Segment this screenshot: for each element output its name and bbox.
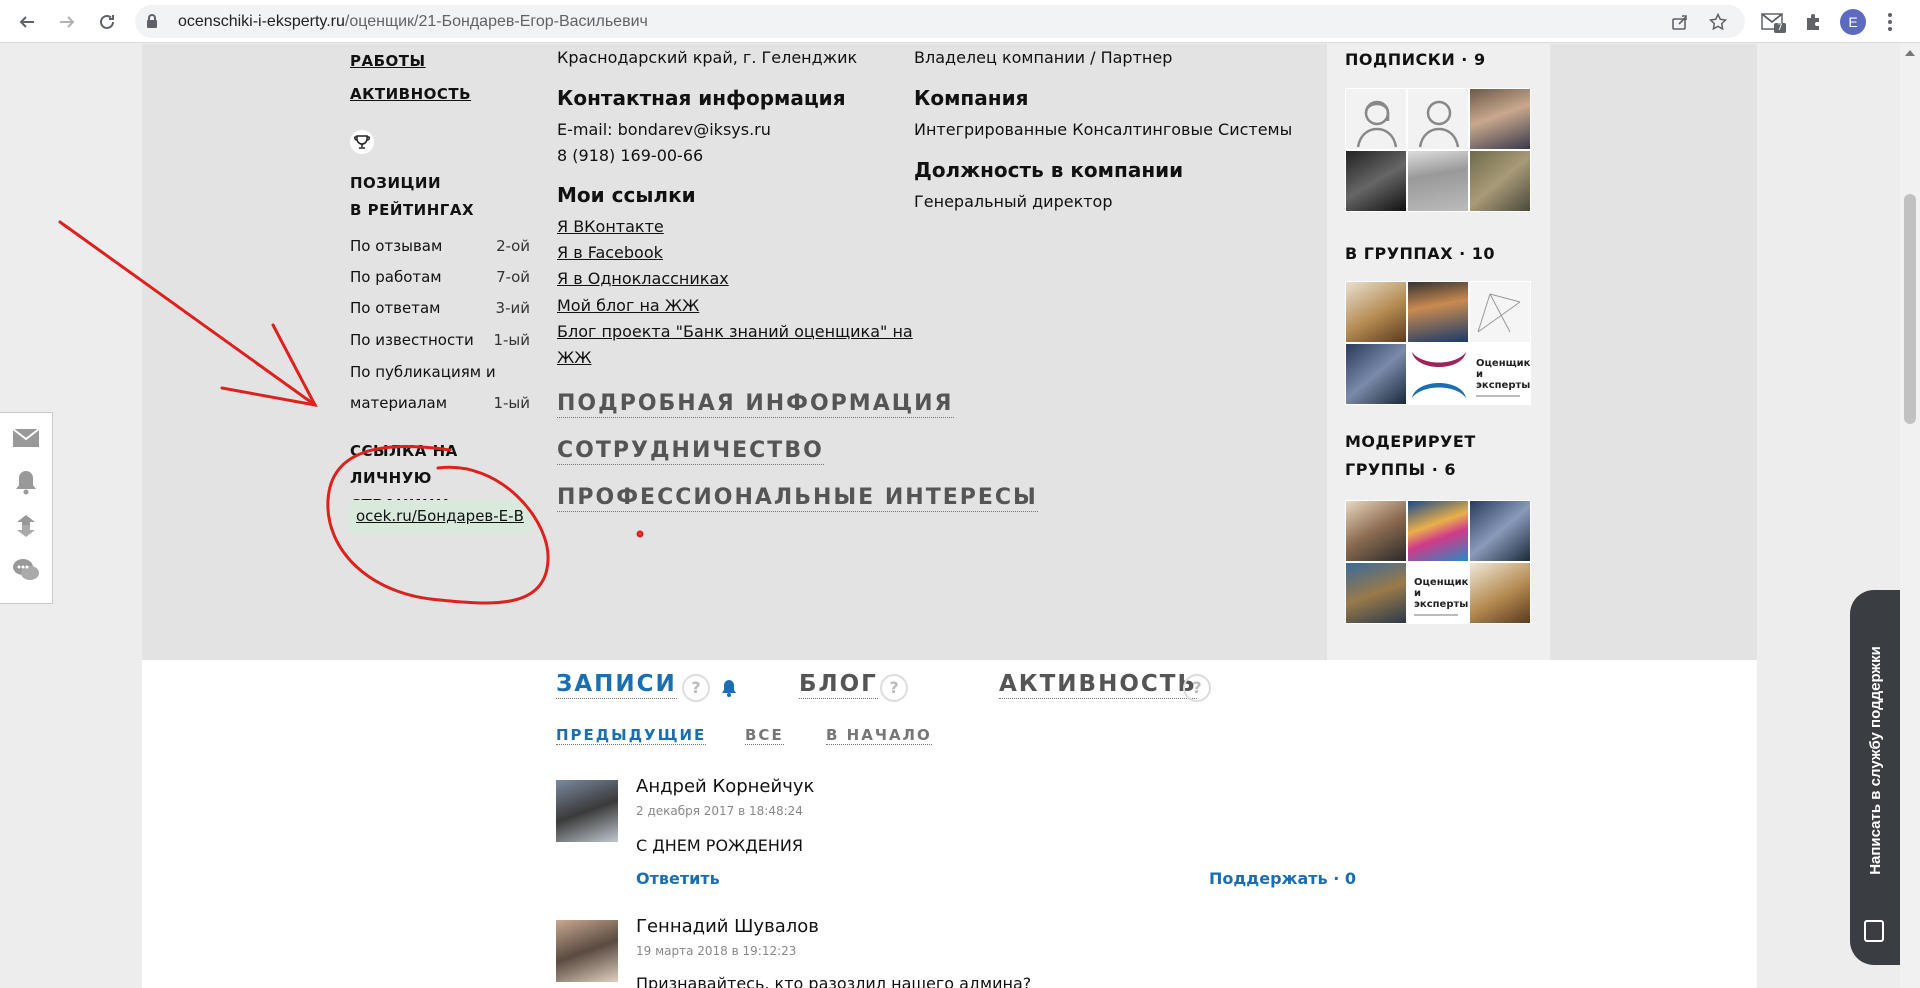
lock-icon[interactable] — [145, 13, 159, 33]
post-author-name[interactable]: Андрей Корнейчук — [636, 776, 814, 797]
rating-row: По отзывам 2-ой — [350, 237, 530, 255]
reply-button[interactable]: Ответить — [636, 869, 720, 888]
personal-page-link[interactable]: ocek.ru/Бондарев-Е-В — [356, 507, 524, 525]
moderated-groups-grid: Оценщики и эксперты — [1345, 500, 1531, 624]
help-icon[interactable]: ? — [880, 674, 908, 702]
post-author-name[interactable]: Геннадий Шувалов — [636, 916, 819, 937]
interests-section[interactable]: ПРОФЕССИОНАЛЬНЫЕ ИНТЕРЕСЫ — [557, 485, 1038, 512]
floating-toolbar — [0, 412, 53, 604]
support-tab[interactable]: Написать в службу поддержки — [1850, 590, 1900, 965]
group-thumb[interactable] — [1345, 562, 1407, 624]
group-thumb[interactable]: Оценщики и эксперты — [1469, 343, 1531, 405]
user-avatar[interactable] — [1469, 88, 1531, 150]
subtab-all[interactable]: ВСЕ — [745, 726, 784, 745]
help-icon[interactable]: ? — [682, 674, 710, 702]
position-text: Генеральный директор — [914, 192, 1113, 211]
post-author-avatar[interactable] — [556, 920, 618, 982]
help-icon[interactable]: ? — [1183, 674, 1211, 702]
sync-icon[interactable] — [11, 511, 41, 541]
user-avatar[interactable] — [1345, 150, 1407, 212]
profile-avatar[interactable]: E — [1840, 9, 1866, 35]
group-thumb[interactable] — [1407, 281, 1469, 343]
facebook-link[interactable]: Я в Facebook — [557, 243, 663, 262]
rating-row: По работам 7-ой — [350, 268, 530, 286]
links-heading: Мои ссылки — [557, 183, 696, 207]
phone-text: 8 (918) 169-00-66 — [557, 146, 704, 165]
post-text: С ДНЕМ РОЖДЕНИЯ — [636, 836, 803, 855]
group-thumb[interactable] — [1407, 500, 1469, 562]
posts-area — [142, 660, 1757, 988]
user-avatar[interactable] — [1469, 150, 1531, 212]
user-avatar[interactable] — [1345, 88, 1407, 150]
role-text: Владелец компании / Партнер — [914, 48, 1173, 67]
groups-heading[interactable]: В ГРУППАХ · 10 — [1345, 240, 1495, 268]
group-thumb[interactable] — [1407, 343, 1469, 405]
bell-icon[interactable] — [720, 678, 738, 702]
subtab-previous[interactable]: ПРЕДЫДУЩИЕ — [556, 726, 707, 745]
support-tab-label: Написать в службу поддержки — [1866, 645, 1884, 875]
group-thumb[interactable] — [1469, 500, 1531, 562]
post-date: 2 декабря 2017 в 18:48:24 — [636, 804, 803, 818]
chat-icon — [1864, 920, 1884, 942]
group-thumb[interactable]: Оценщики и эксперты — [1407, 562, 1469, 624]
forward-icon[interactable] — [54, 9, 80, 35]
mail-icon[interactable] — [11, 423, 41, 453]
scrollbar-thumb[interactable] — [1904, 194, 1916, 424]
livejournal-link[interactable]: Мой блог на ЖЖ — [557, 296, 699, 315]
user-avatar[interactable] — [1407, 150, 1469, 212]
bell-icon[interactable] — [11, 467, 41, 497]
chat-icon[interactable] — [11, 555, 41, 585]
subscriptions-heading[interactable]: ПОДПИСКИ · 9 — [1345, 46, 1486, 74]
share-icon[interactable] — [1669, 11, 1691, 33]
cooperation-section[interactable]: СОТРУДНИЧЕСТВО — [557, 438, 824, 465]
tab-posts[interactable]: ЗАПИСИ — [556, 670, 677, 699]
company-name: Интегрированные Консалтинговые Системы — [914, 120, 1293, 139]
extensions-puzzle-icon[interactable] — [1800, 9, 1826, 35]
works-link[interactable]: РАБОТЫ — [350, 52, 426, 70]
contact-heading: Контактная информация — [557, 86, 846, 110]
reload-icon[interactable] — [94, 9, 120, 35]
post-author-avatar[interactable] — [556, 780, 618, 842]
rating-row: По ответам 3-ий — [350, 299, 530, 317]
rating-row: материалам 1-ый — [350, 394, 530, 412]
moderates-heading[interactable]: МОДЕРИРУЕТ ГРУППЫ · 6 — [1345, 428, 1476, 484]
url-text: ocenschiki-i-eksperty.ru/оценщик/21-Бонд… — [178, 13, 648, 30]
bookmark-star-icon[interactable] — [1707, 11, 1729, 33]
email-text: E-mail: bondarev@iksys.ru — [557, 120, 771, 139]
rating-row: По известности 1-ый — [350, 331, 530, 349]
back-icon[interactable] — [14, 9, 40, 35]
vk-link[interactable]: Я ВКонтакте — [557, 217, 664, 236]
personal-page-link-box[interactable]: ocek.ru/Бондарев-Е-В — [350, 500, 530, 534]
position-heading: Должность в компании — [914, 158, 1184, 182]
user-avatar[interactable] — [1407, 88, 1469, 150]
odnoklassniki-link[interactable]: Я в Одноклассниках — [557, 269, 729, 288]
menu-kebab-icon[interactable] — [1880, 11, 1900, 33]
gmail-extension-icon[interactable]: 7 — [1760, 9, 1786, 35]
trophy-icon — [350, 130, 374, 154]
detail-info-section[interactable]: ПОДРОБНАЯ ИНФОРМАЦИЯ — [557, 391, 954, 418]
scrollbar[interactable] — [1900, 44, 1920, 988]
group-thumb[interactable] — [1345, 343, 1407, 405]
group-thumb[interactable] — [1345, 281, 1407, 343]
tab-activity[interactable]: АКТИВНОСТЬ — [999, 670, 1197, 699]
support-button[interactable]: Поддержать · 0 — [1209, 869, 1356, 888]
subscriptions-grid — [1345, 88, 1531, 212]
rating-row: По публикациям и — [350, 363, 496, 381]
post-date: 19 марта 2018 в 19:12:23 — [636, 944, 797, 958]
address-bar[interactable]: ocenschiki-i-eksperty.ru/оценщик/21-Бонд… — [135, 5, 1745, 38]
activity-link[interactable]: АКТИВНОСТЬ — [350, 85, 471, 103]
post-text: Признавайтесь, кто разозлил нашего админ… — [636, 974, 1032, 988]
browser-toolbar: ocenschiki-i-eksperty.ru/оценщик/21-Бонд… — [0, 0, 1920, 43]
group-thumb[interactable] — [1469, 281, 1531, 343]
group-thumb[interactable] — [1469, 562, 1531, 624]
subtab-start[interactable]: В НАЧАЛО — [826, 726, 932, 745]
group-thumb[interactable] — [1345, 500, 1407, 562]
company-heading: Компания — [914, 86, 1029, 110]
project-blog-link[interactable]: Блог проекта "Банк знаний оценщика" на — [557, 322, 913, 341]
region-text: Краснодарский край, г. Геленджик — [557, 48, 858, 67]
tab-blog[interactable]: БЛОГ — [799, 670, 878, 699]
ratings-heading: ПОЗИЦИИ В РЕЙТИНГАХ — [350, 174, 475, 219]
project-blog-link-cont[interactable]: ЖЖ — [557, 348, 591, 367]
groups-grid: Оценщики и эксперты — [1345, 281, 1531, 405]
